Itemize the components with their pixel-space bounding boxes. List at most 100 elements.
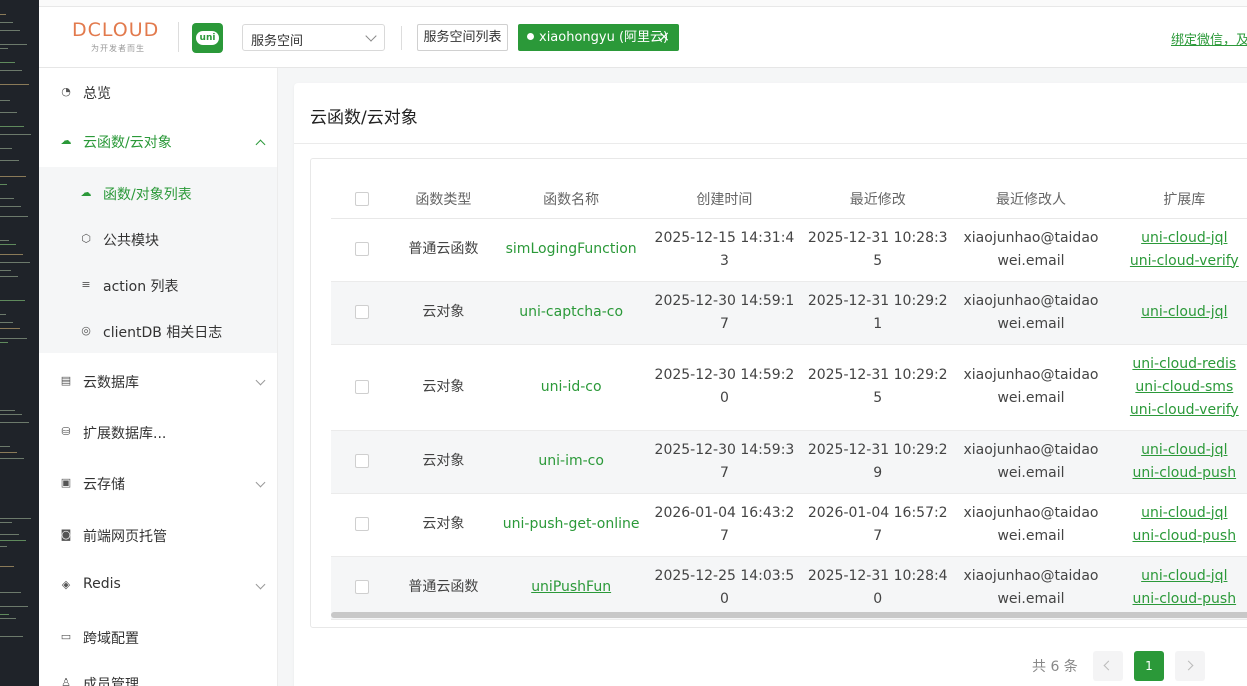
- row-checkbox[interactable]: [354, 454, 369, 468]
- uni-badge-label: uni: [196, 31, 219, 45]
- column-header-type[interactable]: 函数类型: [392, 181, 495, 219]
- code-line: [0, 276, 18, 277]
- member-icon: ♙: [61, 676, 71, 686]
- module-icon: ⬡: [81, 232, 91, 245]
- ext-library-link[interactable]: uni-cloud-push: [1112, 588, 1247, 611]
- bind-wechat-link[interactable]: 绑定微信，及时: [1171, 29, 1247, 48]
- header-divider: [178, 22, 179, 52]
- sidebar-item-ext-database[interactable]: ⛁ 扩展数据库...: [39, 408, 277, 458]
- modified-time-cell: 2026-01-04 16:57:27: [801, 493, 955, 557]
- code-line: [0, 410, 15, 411]
- ext-library-link[interactable]: uni-cloud-push: [1112, 462, 1247, 485]
- sidebar-item-cloud-functions[interactable]: ☁ 云函数/云对象: [39, 117, 277, 167]
- column-header-ext[interactable]: 扩展库: [1107, 181, 1247, 219]
- table-row[interactable]: 普通云函数 uniPushFun 2025-12-25 14:03:50 2025-1…: [331, 556, 1247, 620]
- table-row[interactable]: 云对象 uni-push-get-online 2026-01-04 16:43:2…: [331, 493, 1247, 557]
- function-name-link[interactable]: uni-id-co: [541, 379, 602, 395]
- function-name-cell: uni-id-co: [494, 344, 648, 431]
- sidebar-item-members[interactable]: ♙ 成员管理: [39, 659, 277, 686]
- code-line: [0, 314, 6, 315]
- modified-time-cell: 2025-12-31 10:29:21: [801, 281, 955, 345]
- code-line: [0, 338, 27, 339]
- function-name-link[interactable]: uniPushFun: [531, 579, 611, 595]
- next-page-button[interactable]: [1175, 651, 1205, 681]
- ext-library-link[interactable]: uni-cloud-push: [1112, 525, 1247, 548]
- function-type-cell: 普通云函数: [392, 556, 495, 620]
- column-header-name[interactable]: 函数名称: [494, 181, 648, 219]
- column-header-modifier[interactable]: 最近修改人: [954, 181, 1108, 219]
- code-line: [0, 636, 23, 637]
- ext-library-link[interactable]: uni-cloud-verify: [1112, 399, 1247, 422]
- select-all-cell: [331, 181, 393, 219]
- sidebar-item-label: 云函数/云对象: [83, 135, 172, 151]
- table-row[interactable]: 云对象 uni-im-co 2025-12-30 14:59:37 2025-12-3…: [331, 430, 1247, 494]
- page-title: 云函数/云对象: [310, 108, 418, 128]
- select-all-checkbox[interactable]: [354, 192, 369, 207]
- current-space-tag[interactable]: xiaohongyu (阿里云) ×: [518, 24, 679, 51]
- column-header-modified[interactable]: 最近修改: [801, 181, 955, 219]
- horizontal-scrollbar[interactable]: [331, 612, 1247, 618]
- function-name-cell: uni-im-co: [494, 430, 648, 494]
- sidebar-subitem-clientdb-logs[interactable]: ◎ clientDB 相关日志: [39, 308, 277, 354]
- function-name-cell: uniPushFun: [494, 556, 648, 620]
- prev-page-button[interactable]: [1093, 651, 1123, 681]
- function-name-link[interactable]: simLogingFunction: [506, 241, 637, 257]
- cloud-icon: ☁: [60, 134, 72, 147]
- dashboard-icon: ◔: [61, 85, 71, 98]
- modifier-cell: xiaojunhao@taidaowei.email: [954, 218, 1108, 282]
- table-row[interactable]: 云对象 uni-id-co 2025-12-30 14:59:20 2025-12-3…: [331, 344, 1247, 431]
- sidebar-subitem-common-modules[interactable]: ⬡ 公共模块: [39, 216, 277, 262]
- unicloud-icon[interactable]: uni: [192, 23, 223, 53]
- row-select-cell: [331, 493, 393, 557]
- code-line: [0, 322, 13, 323]
- sidebar-item-storage[interactable]: ▣ 云存储: [39, 459, 277, 509]
- sidebar-item-cors[interactable]: ▭ 跨域配置: [39, 613, 277, 663]
- pagination-total: 共 6 条: [1032, 659, 1078, 675]
- sidebar-subitem-action-list[interactable]: ≡ action 列表: [39, 262, 277, 308]
- row-checkbox[interactable]: [354, 242, 369, 256]
- table-row[interactable]: 普通云函数 simLogingFunction 2025-12-15 14:31:4…: [331, 218, 1247, 282]
- status-dot-icon: [527, 33, 534, 40]
- space-list-button[interactable]: 服务空间列表: [417, 24, 508, 51]
- sidebar-item-database[interactable]: ▤ 云数据库: [39, 357, 277, 407]
- ext-library-link[interactable]: uni-cloud-jql: [1112, 227, 1247, 250]
- code-line: [0, 458, 24, 459]
- code-line: [0, 244, 16, 245]
- pagination: 共 6 条 1: [1014, 651, 1247, 681]
- sidebar-item-overview[interactable]: ◔ 总览: [39, 68, 277, 118]
- storage-icon: ▣: [60, 476, 72, 489]
- chevron-down-icon: [365, 30, 377, 42]
- table-row[interactable]: 云对象 uni-captcha-co 2025-12-30 14:59:17 2025…: [331, 281, 1247, 345]
- ext-library-link[interactable]: uni-cloud-verify: [1112, 250, 1247, 273]
- ext-library-link[interactable]: uni-cloud-sms: [1112, 376, 1247, 399]
- code-line: [0, 216, 28, 217]
- sidebar-subitem-label: 公共模块: [103, 233, 159, 249]
- cloud-icon: ☁: [80, 186, 92, 199]
- column-header-created[interactable]: 创建时间: [647, 181, 802, 219]
- row-checkbox[interactable]: [354, 379, 369, 394]
- function-name-link[interactable]: uni-im-co: [538, 453, 604, 469]
- function-name-link[interactable]: uni-push-get-online: [503, 516, 640, 532]
- ext-library-link[interactable]: uni-cloud-jql: [1112, 301, 1247, 324]
- sidebar-subitem-function-list[interactable]: ☁ 函数/对象列表: [39, 170, 277, 216]
- modifier-cell: xiaojunhao@taidaowei.email: [954, 281, 1108, 345]
- row-checkbox[interactable]: [354, 517, 369, 531]
- close-icon[interactable]: ×: [658, 24, 670, 51]
- code-line: [0, 592, 21, 593]
- ext-library-cell: uni-cloud-redis uni-cloud-sms uni-cloud-ve…: [1107, 344, 1247, 431]
- code-line: [0, 270, 11, 271]
- modified-time-cell: 2025-12-31 10:29:29: [801, 430, 955, 494]
- ext-library-link[interactable]: uni-cloud-jql: [1112, 502, 1247, 525]
- dcloud-logo[interactable]: DCLOUD 为开发者而生: [72, 19, 164, 59]
- sidebar-item-web-hosting[interactable]: ◙ 前端网页托管: [39, 511, 277, 561]
- modifier-cell: xiaojunhao@taidaowei.email: [954, 430, 1108, 494]
- function-name-link[interactable]: uni-captcha-co: [519, 304, 623, 320]
- page-number-button[interactable]: 1: [1134, 651, 1164, 681]
- ext-library-link[interactable]: uni-cloud-jql: [1112, 565, 1247, 588]
- row-checkbox[interactable]: [354, 580, 369, 594]
- sidebar-item-redis[interactable]: ◈ Redis: [39, 561, 277, 611]
- ext-library-link[interactable]: uni-cloud-redis: [1112, 353, 1247, 376]
- row-checkbox[interactable]: [354, 305, 369, 319]
- space-select[interactable]: 服务空间: [242, 24, 385, 51]
- ext-library-link[interactable]: uni-cloud-jql: [1112, 439, 1247, 462]
